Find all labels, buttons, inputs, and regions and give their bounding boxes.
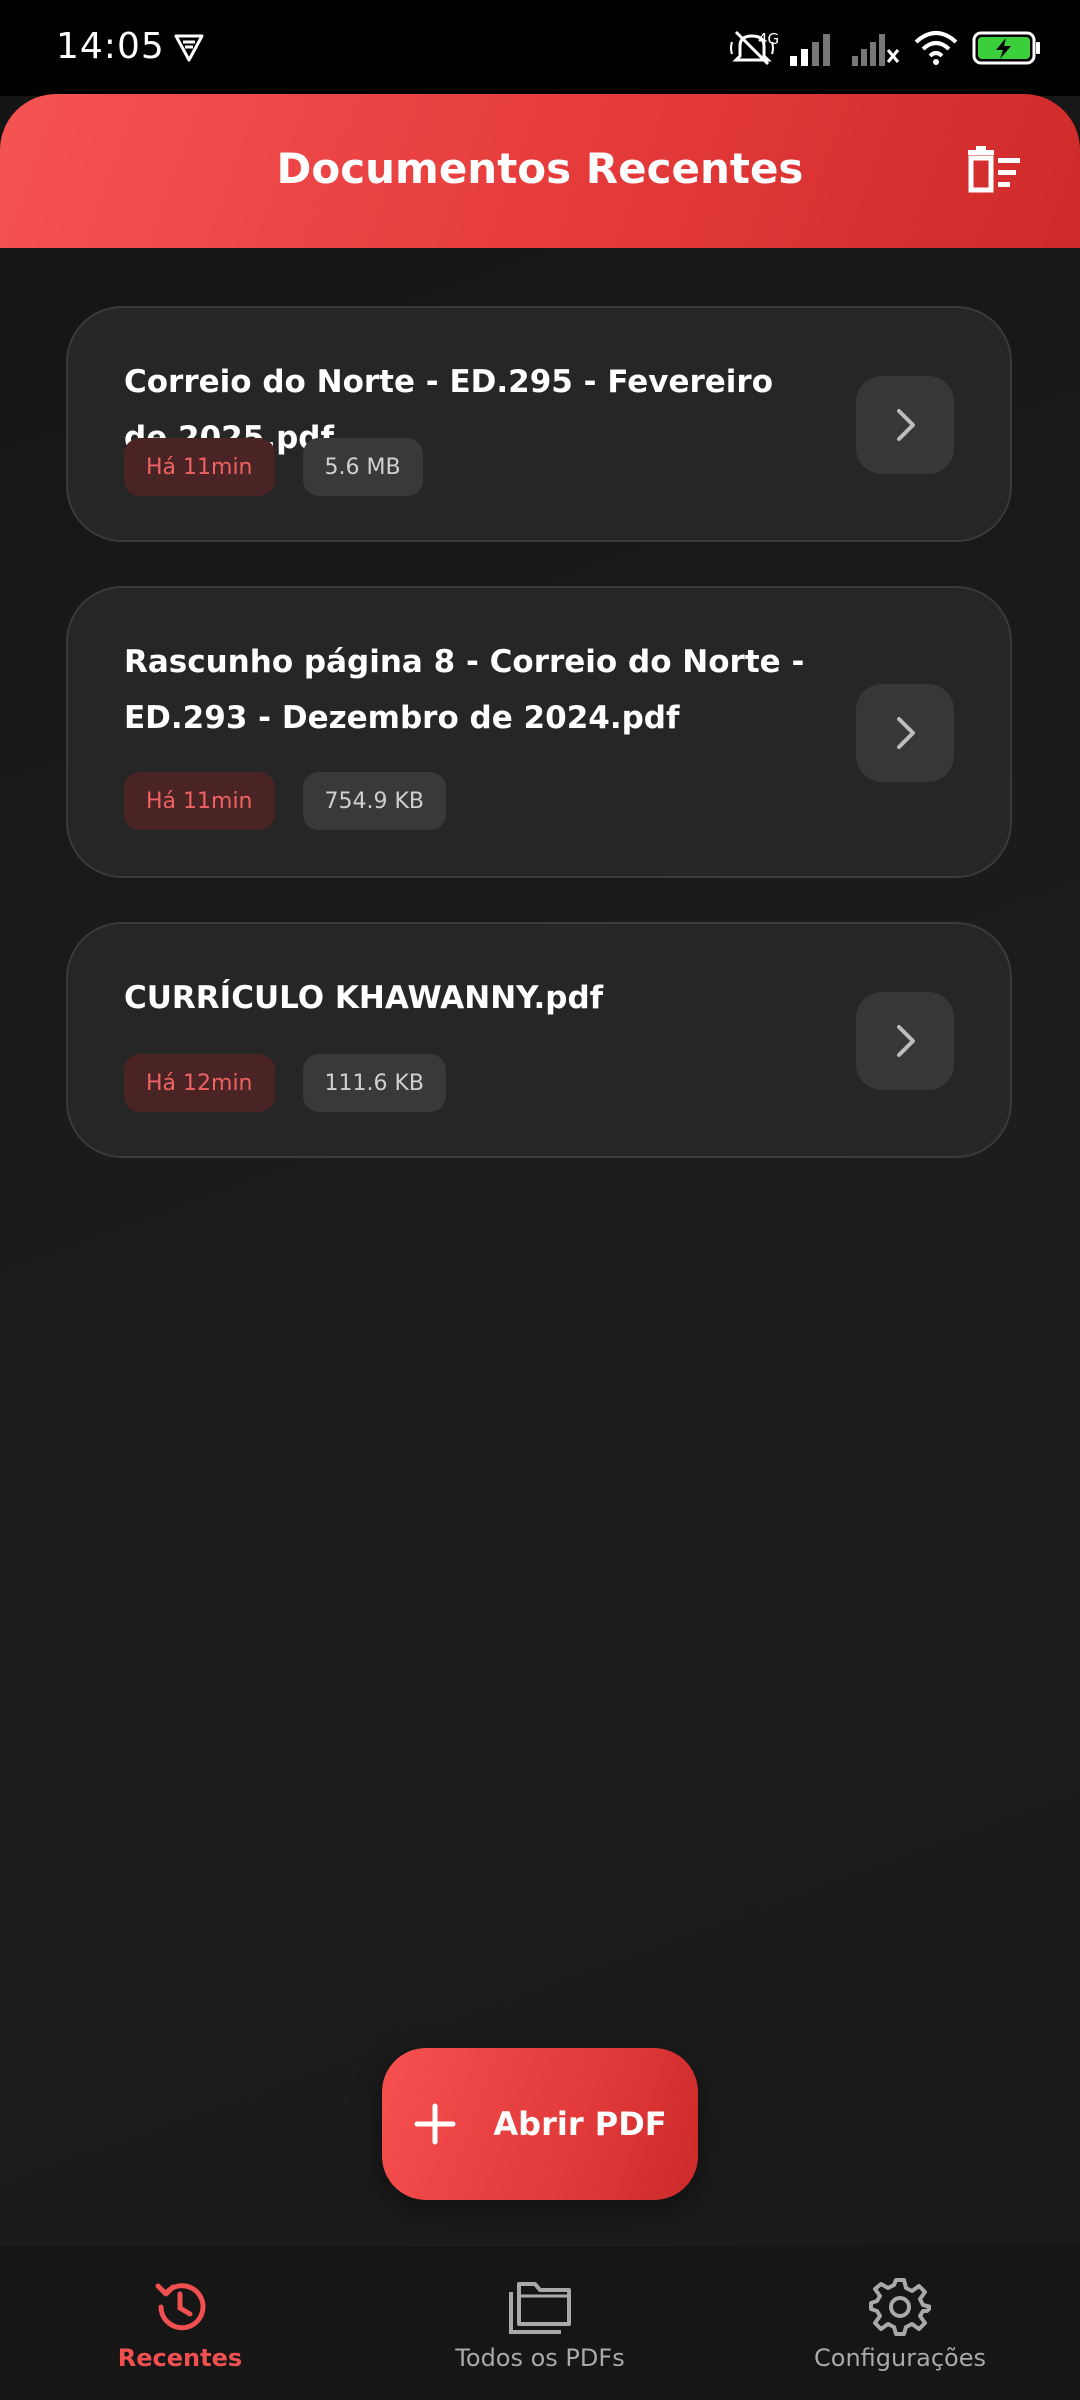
nav-recentes[interactable]: Recentes <box>30 2276 330 2372</box>
gear-icon <box>750 2276 1050 2338</box>
document-card[interactable]: Correio do Norte - ED.295 - Fevereiro de… <box>66 306 1012 542</box>
nav-label: Configurações <box>814 2344 986 2372</box>
size-badge: 5.6 MB <box>302 438 423 496</box>
plus-icon <box>414 2103 456 2145</box>
open-document-button[interactable] <box>856 992 954 1090</box>
time-badge: Há 11min <box>124 772 275 830</box>
document-card[interactable]: CURRÍCULO KHAWANNY.pdf Há 12min 111.6 KB <box>66 922 1012 1158</box>
open-document-button[interactable] <box>856 376 954 474</box>
nav-todos-pdfs[interactable]: Todos os PDFs <box>390 2276 690 2372</box>
open-document-button[interactable] <box>856 684 954 782</box>
app-header: Documentos Recentes <box>0 94 1080 248</box>
size-badge: 111.6 KB <box>302 1054 446 1112</box>
vpn-icon <box>172 30 206 68</box>
chevron-right-icon <box>897 409 915 441</box>
document-title: Rascunho página 8 - Correio do Norte - E… <box>124 644 805 736</box>
time-badge: Há 12min <box>124 1054 275 1112</box>
open-pdf-button[interactable]: Abrir PDF <box>382 2048 698 2200</box>
status-time: 14:05 <box>56 26 165 67</box>
document-card[interactable]: Rascunho página 8 - Correio do Norte - E… <box>66 586 1012 878</box>
battery-charging-icon <box>972 30 1042 70</box>
bottom-navigation: Recentes Todos os PDFs Configurações <box>0 2246 1080 2400</box>
signal-icon <box>788 30 836 70</box>
clear-history-button[interactable] <box>964 146 1024 196</box>
time-badge: Há 11min <box>124 438 275 496</box>
page-title: Documentos Recentes <box>276 144 804 193</box>
silent-icon <box>730 28 774 72</box>
document-title: CURRÍCULO KHAWANNY.pdf <box>124 980 604 1016</box>
size-badge: 754.9 KB <box>302 772 446 830</box>
status-bar: 14:05 4G <box>0 0 1080 96</box>
wifi-icon <box>914 30 958 70</box>
chevron-right-icon <box>897 717 915 749</box>
nav-label: Todos os PDFs <box>455 2344 625 2372</box>
nav-label: Recentes <box>117 2344 243 2372</box>
signal-off-icon <box>850 30 900 70</box>
open-pdf-label: Abrir PDF <box>493 2105 667 2143</box>
folders-icon <box>390 2276 690 2338</box>
nav-configuracoes[interactable]: Configurações <box>750 2276 1050 2372</box>
chevron-right-icon <box>897 1025 915 1057</box>
history-icon <box>30 2276 330 2338</box>
clear-all-icon <box>968 146 1020 193</box>
